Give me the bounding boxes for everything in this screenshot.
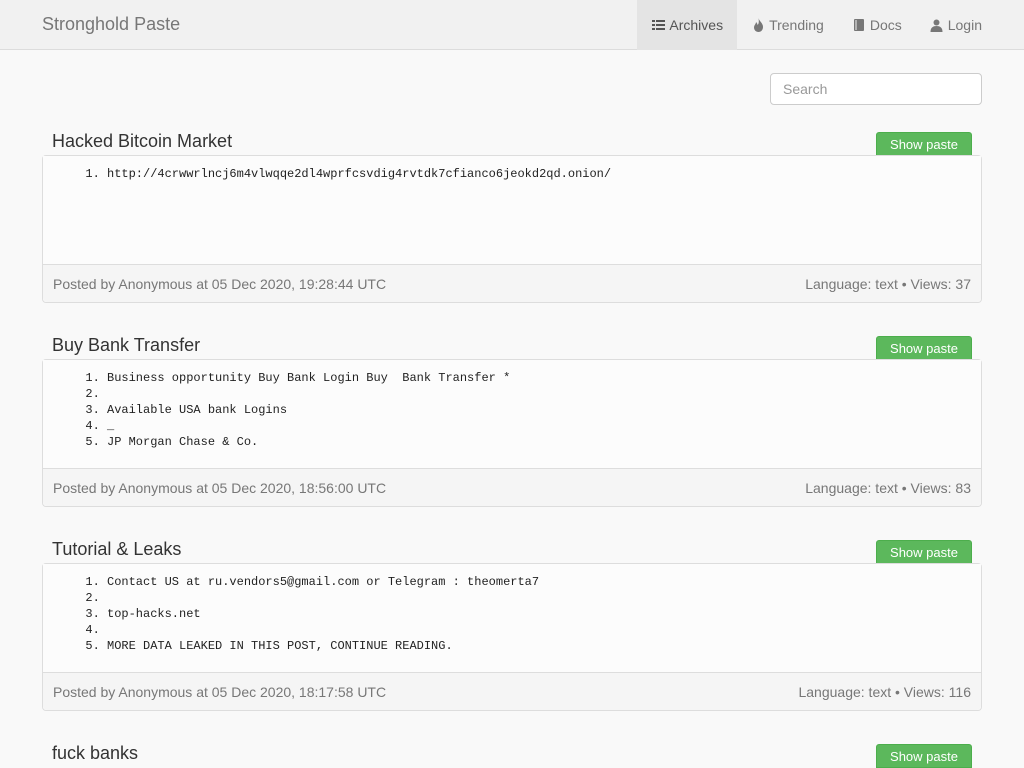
nav-archives[interactable]: Archives (637, 0, 738, 50)
nav-label: Archives (669, 17, 724, 33)
code-list: http://4crwwrlncj6m4vlwqqe2dl4wprfcsvdig… (43, 166, 981, 182)
nav-label: Trending (769, 17, 824, 33)
fire-icon (751, 18, 765, 32)
main-nav: Archives Trending Docs Login (637, 0, 996, 50)
paste-title: fuck banks (52, 743, 139, 763)
paste-footer: Posted by Anonymous at 05 Dec 2020, 19:2… (43, 264, 981, 302)
code-line (107, 622, 981, 638)
paste-body: http://4crwwrlncj6m4vlwqqe2dl4wprfcsvdig… (43, 156, 981, 264)
paste-footer: Posted by Anonymous at 05 Dec 2020, 18:5… (43, 468, 981, 506)
nav-docs[interactable]: Docs (838, 0, 916, 50)
paste-item: Hacked Bitcoin Market Show paste http://… (42, 130, 982, 305)
code-list: Business opportunity Buy Bank Login Buy … (43, 370, 981, 450)
paste-meta: Language: text • Views: 37 (805, 275, 971, 292)
book-icon (852, 18, 866, 32)
paste-panel: Business opportunity Buy Bank Login Buy … (42, 359, 982, 507)
paste-title: Tutorial & Leaks (52, 539, 182, 559)
code-line: MORE DATA LEAKED IN THIS POST, CONTINUE … (107, 638, 981, 654)
code-list: Contact US at ru.vendors5@gmail.com or T… (43, 574, 981, 654)
code-line: Available USA bank Logins (107, 402, 981, 418)
show-paste-button[interactable]: Show paste (876, 744, 972, 768)
paste-meta: Language: text • Views: 116 (798, 683, 971, 700)
paste-body: Contact US at ru.vendors5@gmail.com or T… (43, 564, 981, 672)
paste-meta: Language: text • Views: 83 (805, 479, 971, 496)
show-paste-button[interactable]: Show paste (876, 336, 972, 360)
posted-info: Posted by Anonymous at 05 Dec 2020, 18:5… (53, 479, 387, 496)
paste-panel: http://4crwwrlncj6m4vlwqqe2dl4wprfcsvdig… (42, 155, 982, 303)
search-input[interactable] (770, 73, 982, 105)
navbar: Stronghold Paste Archives Trending Docs … (0, 0, 1024, 50)
paste-body: Business opportunity Buy Bank Login Buy … (43, 360, 981, 468)
paste-title: Hacked Bitcoin Market (52, 131, 233, 151)
nav-login[interactable]: Login (916, 0, 996, 50)
nav-label: Docs (869, 17, 902, 33)
code-line: _ (107, 418, 981, 434)
paste-title: Buy Bank Transfer (52, 335, 201, 355)
show-paste-button[interactable]: Show paste (876, 540, 972, 564)
code-line: JP Morgan Chase & Co. (107, 434, 981, 450)
code-line: Contact US at ru.vendors5@gmail.com or T… (107, 574, 981, 590)
nav-label: Login (947, 17, 982, 33)
paste-footer: Posted by Anonymous at 05 Dec 2020, 18:1… (43, 672, 981, 710)
posted-info: Posted by Anonymous at 05 Dec 2020, 19:2… (53, 275, 387, 292)
nav-trending[interactable]: Trending (737, 0, 838, 50)
list-icon (651, 18, 665, 32)
code-line (107, 590, 981, 606)
code-line: http://4crwwrlncj6m4vlwqqe2dl4wprfcsvdig… (107, 166, 981, 182)
posted-info: Posted by Anonymous at 05 Dec 2020, 18:1… (53, 683, 387, 700)
show-paste-button[interactable]: Show paste (876, 132, 972, 156)
paste-item: Tutorial & Leaks Show paste Contact US a… (42, 538, 982, 713)
code-line: top-hacks.net (107, 606, 981, 622)
brand-link[interactable]: Stronghold Paste (42, 14, 180, 35)
code-line: Business opportunity Buy Bank Login Buy … (107, 370, 981, 386)
code-line (107, 386, 981, 402)
paste-item: fuck banks Show paste (42, 742, 982, 768)
paste-panel: Contact US at ru.vendors5@gmail.com or T… (42, 563, 982, 711)
paste-item: Buy Bank Transfer Show paste Business op… (42, 334, 982, 509)
user-icon (930, 18, 944, 32)
